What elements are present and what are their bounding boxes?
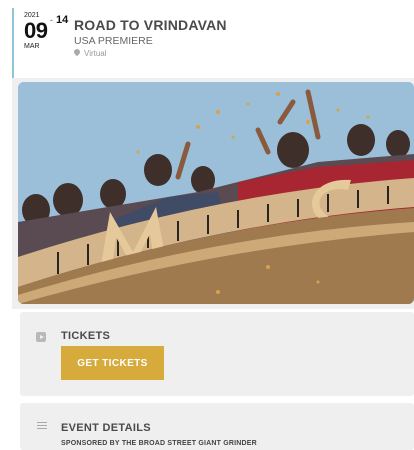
hero-illustration bbox=[18, 82, 414, 304]
sponsor-text: SPONSORED BY THE BROAD STREET GIANT GRIN… bbox=[61, 440, 257, 447]
event-end-day: 14 bbox=[56, 14, 69, 26]
event-month: MAR bbox=[24, 43, 40, 50]
event-venue: Virtual bbox=[72, 47, 107, 58]
get-tickets-button[interactable]: GET TICKETS bbox=[61, 346, 164, 380]
list-icon bbox=[37, 422, 47, 431]
event-hero-image bbox=[18, 82, 414, 304]
event-day: 09 bbox=[24, 18, 48, 43]
tickets-section: TICKETS GET TICKETS bbox=[20, 312, 414, 396]
event-details-section: EVENT DETAILS SPONSORED BY THE BROAD STR… bbox=[20, 403, 414, 450]
venue-label: Virtual bbox=[84, 49, 107, 58]
event-subtitle: USA PREMIERE bbox=[74, 35, 153, 47]
date-range-dash: - bbox=[50, 15, 53, 25]
event-title[interactable]: ROAD TO VRINDAVAN bbox=[74, 17, 227, 33]
event-header: 2021 - 14 09 MAR ROAD TO VRINDAVAN USA P… bbox=[12, 8, 414, 78]
ticket-play-icon bbox=[36, 332, 46, 342]
event-details-heading: EVENT DETAILS bbox=[61, 422, 151, 434]
location-pin-icon bbox=[72, 47, 82, 57]
tickets-heading: TICKETS bbox=[61, 330, 111, 342]
hero-container bbox=[12, 78, 414, 309]
